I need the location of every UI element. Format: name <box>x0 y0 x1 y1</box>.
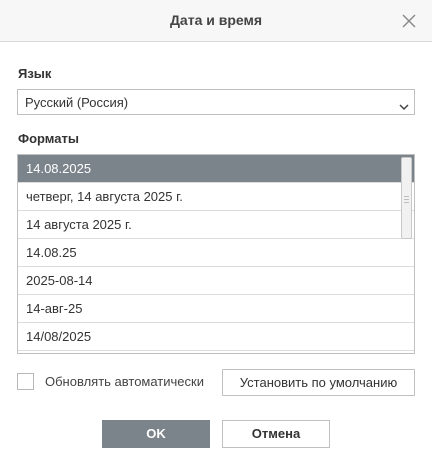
format-item[interactable]: 14 августа 2025 г. <box>18 211 414 239</box>
ok-button[interactable]: OK <box>102 420 210 448</box>
close-icon[interactable] <box>400 12 418 30</box>
auto-update-checkbox[interactable] <box>17 373 34 390</box>
cancel-button[interactable]: Отмена <box>222 420 330 448</box>
language-selected-value: Русский (Россия) <box>25 95 129 110</box>
set-default-button[interactable]: Установить по умолчанию <box>222 369 415 396</box>
format-item-selected[interactable]: 14.08.2025 <box>18 155 414 183</box>
format-item[interactable]: 2025-08-14 <box>18 267 414 295</box>
list-scrollbar[interactable] <box>401 157 412 239</box>
dialog-header: Дата и время <box>0 0 432 42</box>
date-time-dialog: Дата и время Язык Русский (Россия) Форма… <box>0 0 432 467</box>
scrollbar-grip-icon <box>404 196 409 203</box>
formats-label: Форматы <box>18 131 79 146</box>
format-item[interactable]: 14/08/2025 <box>18 323 414 351</box>
language-select[interactable]: Русский (Россия) <box>17 89 415 115</box>
format-item[interactable]: 14-авг-25 <box>18 295 414 323</box>
format-item[interactable]: 14.08.25 <box>18 239 414 267</box>
format-item[interactable]: четверг, 14 августа 2025 г. <box>18 183 414 211</box>
formats-list[interactable]: 14.08.2025 четверг, 14 августа 2025 г. 1… <box>17 154 415 354</box>
auto-update-label[interactable]: Обновлять автоматически <box>45 374 204 389</box>
language-label: Язык <box>18 66 52 81</box>
chevron-down-icon <box>399 98 409 111</box>
dialog-title: Дата и время <box>169 12 263 28</box>
